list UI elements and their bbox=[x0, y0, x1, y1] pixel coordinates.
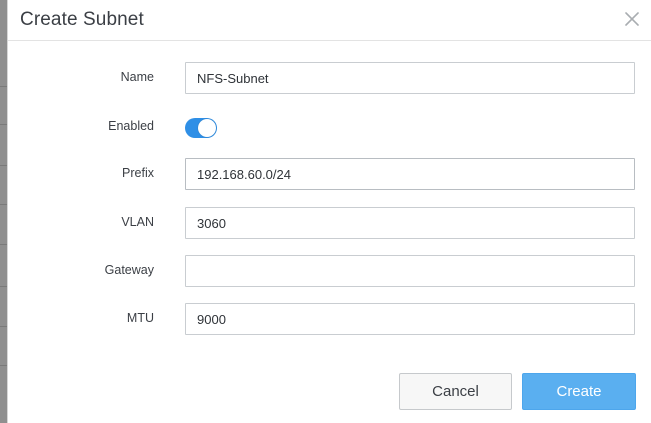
mtu-label: MTU bbox=[126, 311, 154, 325]
name-row: Name bbox=[8, 62, 651, 94]
prefix-input[interactable] bbox=[185, 158, 635, 190]
gateway-label: Gateway bbox=[104, 263, 154, 277]
enabled-label: Enabled bbox=[108, 119, 154, 133]
mtu-input[interactable] bbox=[185, 303, 635, 335]
cancel-button[interactable]: Cancel bbox=[399, 373, 512, 410]
vlan-input[interactable] bbox=[185, 207, 635, 239]
create-subnet-dialog: Create Subnet Name Enabled Prefix VLAN G… bbox=[7, 0, 651, 423]
vlan-label: VLAN bbox=[121, 215, 154, 229]
mtu-row: MTU bbox=[8, 303, 651, 335]
vlan-row: VLAN bbox=[8, 207, 651, 239]
enabled-row: Enabled bbox=[8, 116, 651, 148]
close-icon bbox=[625, 12, 639, 26]
gateway-row: Gateway bbox=[8, 255, 651, 287]
name-label: Name bbox=[120, 70, 154, 84]
close-button[interactable] bbox=[622, 9, 642, 29]
dialog-title: Create Subnet bbox=[20, 9, 144, 30]
enabled-toggle[interactable] bbox=[185, 118, 217, 138]
name-input[interactable] bbox=[185, 62, 635, 94]
prefix-row: Prefix bbox=[8, 158, 651, 190]
prefix-label: Prefix bbox=[122, 166, 154, 180]
dialog-header: Create Subnet bbox=[8, 0, 651, 41]
gateway-input[interactable] bbox=[185, 255, 635, 287]
toggle-knob bbox=[198, 119, 216, 137]
create-button[interactable]: Create bbox=[522, 373, 636, 410]
